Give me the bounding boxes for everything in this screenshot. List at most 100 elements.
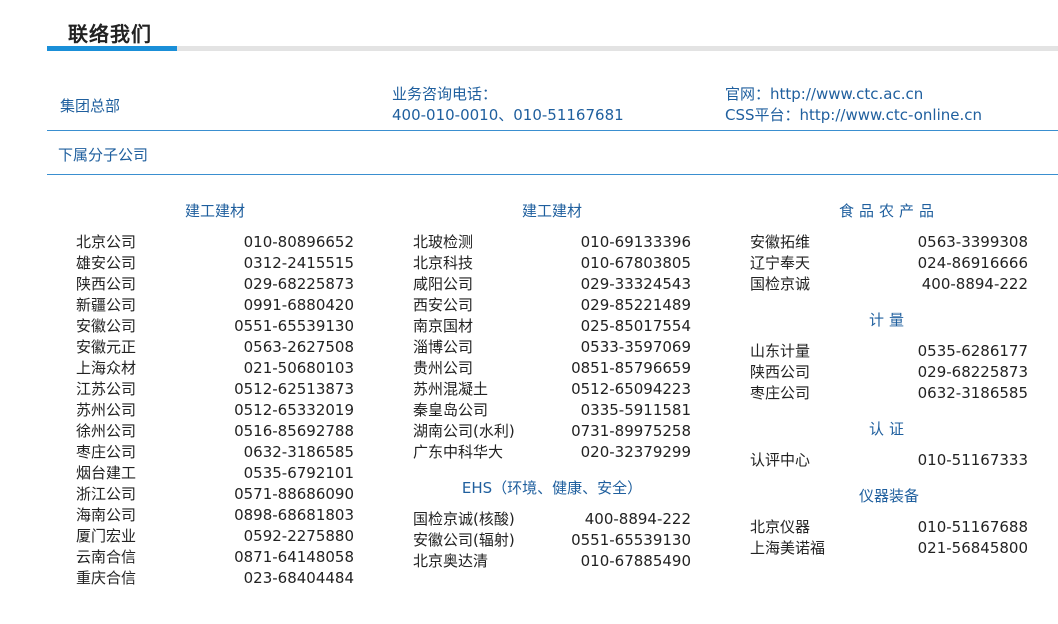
company-name: 陕西公司 (750, 363, 811, 381)
contact-row: 厦门宏业 0592-2275880 (76, 526, 354, 547)
hq-label: 集团总部 (60, 97, 121, 115)
company-name: 安徽拓维 (750, 233, 811, 251)
contact-column-2: 建工建材 北玻检测 010-69133396 北京科技 010-67803805 咸… (413, 200, 691, 586)
category-heading: 食品农产品 (838, 202, 939, 220)
contact-row: 新疆公司 0991-6880420 (76, 295, 354, 316)
company-name: 徐州公司 (76, 422, 137, 440)
contact-row: 浙江公司 0571-88686090 (76, 484, 354, 505)
phone-number: 0551-65539130 (571, 531, 691, 549)
company-name: 云南合信 (76, 548, 137, 566)
phone-number: 0535-6286177 (917, 342, 1028, 360)
company-name: 上海众材 (76, 359, 137, 377)
phone-number: 400-8894-222 (921, 275, 1028, 293)
company-name: 北京奥达清 (413, 552, 489, 570)
company-name: 贵州公司 (413, 359, 474, 377)
category-heading: 计量 (868, 311, 909, 329)
hotline-numbers: 400-010-0010、010-51167681 (392, 106, 624, 124)
contact-row: 国检京诚 400-8894-222 (750, 274, 1028, 295)
title-underline-accent (47, 46, 177, 51)
contact-row: 上海众材 021-50680103 (76, 358, 354, 379)
company-name: 淄博公司 (413, 338, 474, 356)
company-name: 苏州公司 (76, 401, 137, 419)
phone-number: 010-80896652 (243, 233, 354, 251)
phone-number: 0512-65094223 (571, 380, 691, 398)
contact-row: 徐州公司 0516-85692788 (76, 421, 354, 442)
contact-row: 湖南公司(水利) 0731-89975258 (413, 421, 691, 442)
phone-number: 023-68404484 (243, 569, 354, 587)
company-name: 厦门宏业 (76, 527, 137, 545)
contact-list: 安徽拓维 0563-3399308 辽宁奉天 024-86916666 国检京诚 40… (750, 232, 1028, 295)
company-name: 北京公司 (76, 233, 137, 251)
category-heading: 仪器装备 (858, 487, 919, 505)
contact-row: 南京国材 025-85017554 (413, 316, 691, 337)
css-platform-link[interactable]: CSS平台：http://www.ctc-online.cn (725, 105, 982, 126)
contact-row: 安徽元正 0563-2627508 (76, 337, 354, 358)
contact-row: 上海美诺福 021-56845800 (750, 538, 1028, 559)
company-name: 海南公司 (76, 506, 137, 524)
company-name: 安徽元正 (76, 338, 137, 356)
contact-column-1: 建工建材 北京公司 010-80896652 雄安公司 0312-2415515 陕… (76, 200, 354, 603)
phone-number: 0533-3597069 (580, 338, 691, 356)
page-title: 联络我们 (68, 22, 152, 46)
phone-number: 0871-64148058 (234, 548, 354, 566)
contact-row: 广东中科华大 020-32379299 (413, 442, 691, 463)
phone-number: 010-69133396 (580, 233, 691, 251)
phone-number: 025-85017554 (580, 317, 691, 335)
phone-number: 0563-2627508 (243, 338, 354, 356)
contact-row: 重庆合信 023-68404484 (76, 568, 354, 589)
phone-number: 029-33324543 (580, 275, 691, 293)
contact-row: 北京科技 010-67803805 (413, 253, 691, 274)
phone-number: 0851-85796659 (571, 359, 691, 377)
phone-number: 0516-85692788 (234, 422, 354, 440)
company-name: 安徽公司(辐射) (413, 531, 515, 549)
phone-number: 029-85221489 (580, 296, 691, 314)
phone-number: 029-68225873 (917, 363, 1028, 381)
official-website-link[interactable]: 官网：http://www.ctc.ac.cn (725, 84, 982, 105)
phone-number: 010-67885490 (580, 552, 691, 570)
contact-row: 雄安公司 0312-2415515 (76, 253, 354, 274)
company-name: 江苏公司 (76, 380, 137, 398)
company-name: 雄安公司 (76, 254, 137, 272)
company-name: 重庆合信 (76, 569, 137, 587)
phone-number: 0632-3186585 (917, 384, 1028, 402)
company-name: 枣庄公司 (76, 443, 137, 461)
contact-row: 枣庄公司 0632-3186585 (750, 383, 1028, 404)
title-underline (47, 46, 1058, 51)
contact-row: 海南公司 0898-68681803 (76, 505, 354, 526)
contact-row: 江苏公司 0512-62513873 (76, 379, 354, 400)
company-name: 北京仪器 (750, 518, 811, 536)
contact-list: 北京仪器 010-51167688 上海美诺福 021-56845800 (750, 517, 1028, 559)
contact-row: 认评中心 010-51167333 (750, 450, 1028, 471)
contact-row: 北京公司 010-80896652 (76, 232, 354, 253)
divider (47, 130, 1058, 131)
phone-number: 010-51167688 (917, 518, 1028, 536)
category-heading: 认证 (868, 420, 909, 438)
company-name: 枣庄公司 (750, 384, 811, 402)
contact-row: 国检京诚(核酸) 400-8894-222 (413, 509, 691, 530)
phone-number: 0512-65332019 (234, 401, 354, 419)
phone-number: 0991-6880420 (243, 296, 354, 314)
contact-row: 陕西公司 029-68225873 (76, 274, 354, 295)
category-heading: 建工建材 (521, 202, 582, 220)
phone-number: 0571-88686090 (234, 485, 354, 503)
phone-number: 021-50680103 (243, 359, 354, 377)
company-name: 新疆公司 (76, 296, 137, 314)
hotline-block: 业务咨询电话： 400-010-0010、010-51167681 (392, 84, 624, 126)
phone-number: 010-67803805 (580, 254, 691, 272)
phone-number: 0632-3186585 (243, 443, 354, 461)
company-name: 国检京诚 (750, 275, 811, 293)
company-name: 南京国材 (413, 317, 474, 335)
company-name: 国检京诚(核酸) (413, 510, 515, 528)
contact-row: 云南合信 0871-64148058 (76, 547, 354, 568)
website-block: 官网：http://www.ctc.ac.cn CSS平台：http://www… (725, 84, 982, 126)
phone-number: 021-56845800 (917, 539, 1028, 557)
company-name: 咸阳公司 (413, 275, 474, 293)
contact-row: 山东计量 0535-6286177 (750, 341, 1028, 362)
company-name: 陕西公司 (76, 275, 137, 293)
company-name: 安徽公司 (76, 317, 137, 335)
contact-list: 认评中心 010-51167333 (750, 450, 1028, 471)
phone-number: 020-32379299 (580, 443, 691, 461)
company-name: 北玻检测 (413, 233, 474, 251)
phone-number: 029-68225873 (243, 275, 354, 293)
contact-row: 安徽公司 0551-65539130 (76, 316, 354, 337)
